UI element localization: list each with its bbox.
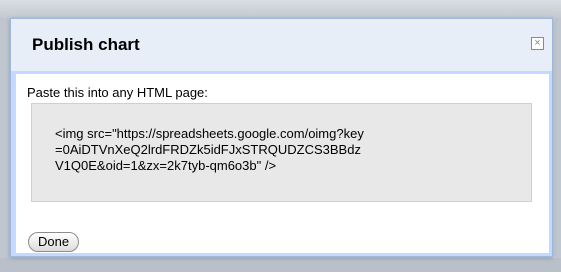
background-app-left <box>0 18 10 258</box>
dialog-title: Publish chart <box>32 35 140 54</box>
background-app-bottom <box>0 258 561 272</box>
dialog-header: Publish chart × <box>11 19 552 71</box>
embed-code-box[interactable]: <img src="https://spreadsheets.google.co… <box>31 103 532 202</box>
background-app-right <box>555 18 561 258</box>
close-icon[interactable]: × <box>531 37 544 50</box>
dialog-body: Paste this into any HTML page: <img src=… <box>16 74 549 253</box>
background-app-toolbar <box>0 0 561 18</box>
publish-chart-dialog: Publish chart × Paste this into any HTML… <box>10 18 553 257</box>
instruction-text: Paste this into any HTML page: <box>27 85 208 100</box>
embed-code-text[interactable]: <img src="https://spreadsheets.google.co… <box>55 126 465 174</box>
done-button[interactable]: Done <box>28 232 80 252</box>
